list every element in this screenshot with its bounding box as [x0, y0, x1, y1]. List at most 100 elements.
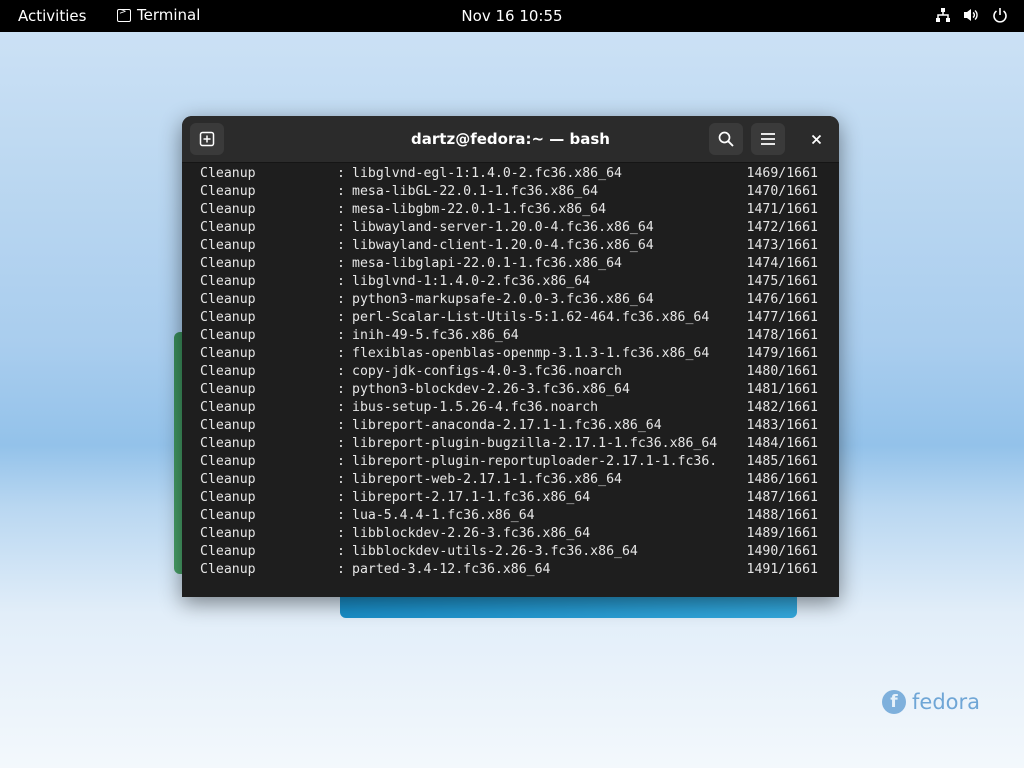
terminal-output[interactable]: Cleanup: libglvnd-egl-1:1.4.0-2.fc36.x86_…	[182, 163, 839, 597]
terminal-line-action: Cleanup	[200, 508, 256, 523]
terminal-line-separator: :	[337, 346, 345, 361]
terminal-line: Cleanup: flexiblas-openblas-openmp-3.1.3-…	[200, 345, 820, 363]
terminal-line-progress: 1473/1661	[746, 238, 818, 253]
terminal-line-package: mesa-libgbm-22.0.1-1.fc36.x86_64	[352, 202, 607, 217]
terminal-line: Cleanup: lua-5.4.4-1.fc36.x86_64 1488/1661	[200, 507, 820, 525]
terminal-line-separator: :	[337, 202, 345, 217]
terminal-line-package: mesa-libglapi-22.0.1-1.fc36.x86_64	[352, 256, 622, 271]
terminal-line: Cleanup: libglvnd-egl-1:1.4.0-2.fc36.x86_…	[200, 165, 820, 183]
terminal-line-package: libblockdev-2.26-3.fc36.x86_64	[352, 526, 591, 541]
terminal-line: Cleanup: mesa-libglapi-22.0.1-1.fc36.x86_…	[200, 255, 820, 273]
terminal-line-progress: 1469/1661	[746, 166, 818, 181]
terminal-line: Cleanup: python3-blockdev-2.26-3.fc36.x86…	[200, 381, 820, 399]
terminal-line: Cleanup: libwayland-server-1.20.0-4.fc36.…	[200, 219, 820, 237]
terminal-line-action: Cleanup	[200, 436, 256, 451]
terminal-line-package: libreport-plugin-reportuploader-2.17.1-1…	[352, 454, 718, 469]
main-menu-button[interactable]	[751, 123, 785, 155]
terminal-line-package: ibus-setup-1.5.26-4.fc36.noarch	[352, 400, 599, 415]
terminal-line-progress: 1490/1661	[746, 544, 818, 559]
terminal-line: Cleanup: libreport-plugin-bugzilla-2.17.1…	[200, 435, 820, 453]
power-icon	[992, 7, 1008, 23]
terminal-line-action: Cleanup	[200, 220, 256, 235]
terminal-line-progress: 1470/1661	[746, 184, 818, 199]
terminal-line-action: Cleanup	[200, 256, 256, 271]
system-status-menu[interactable]	[935, 7, 1008, 23]
terminal-line: Cleanup: inih-49-5.fc36.x86_64 1478/1661	[200, 327, 820, 345]
app-menu-label: Terminal	[137, 6, 201, 24]
terminal-line-action: Cleanup	[200, 472, 256, 487]
terminal-line-separator: :	[337, 418, 345, 433]
terminal-line-separator: :	[337, 400, 345, 415]
terminal-line-progress: 1482/1661	[746, 400, 818, 415]
terminal-line-separator: :	[337, 166, 345, 181]
terminal-line: Cleanup: libglvnd-1:1.4.0-2.fc36.x86_64 14…	[200, 273, 820, 291]
terminal-line-separator: :	[337, 310, 345, 325]
terminal-line-action: Cleanup	[200, 328, 256, 343]
terminal-line-package: libblockdev-utils-2.26-3.fc36.x86_64	[352, 544, 638, 559]
fedora-logo-icon: f	[882, 690, 906, 714]
hamburger-menu-icon	[761, 133, 775, 145]
terminal-line: Cleanup: perl-Scalar-List-Utils-5:1.62-46…	[200, 309, 820, 327]
terminal-line-action: Cleanup	[200, 238, 256, 253]
terminal-window: dartz@fedora:~ — bash Cleanup: libglvnd-e…	[182, 116, 839, 597]
terminal-line-action: Cleanup	[200, 526, 256, 541]
close-icon	[811, 134, 821, 144]
terminal-line-action: Cleanup	[200, 274, 256, 289]
terminal-icon	[117, 6, 131, 22]
terminal-line: Cleanup: copy-jdk-configs-4.0-3.fc36.noar…	[200, 363, 820, 381]
app-menu-terminal[interactable]: Terminal	[117, 6, 200, 24]
terminal-line-package: mesa-libGL-22.0.1-1.fc36.x86_64	[352, 184, 599, 199]
terminal-line: Cleanup: mesa-libgbm-22.0.1-1.fc36.x86_64…	[200, 201, 820, 219]
terminal-line-package: libreport-plugin-bugzilla-2.17.1-1.fc36.…	[352, 436, 718, 451]
terminal-line-progress: 1477/1661	[746, 310, 818, 325]
terminal-line-separator: :	[337, 364, 345, 379]
terminal-line-separator: :	[337, 238, 345, 253]
terminal-line-progress: 1489/1661	[746, 526, 818, 541]
terminal-line-separator: :	[337, 490, 345, 505]
terminal-line-progress: 1491/1661	[746, 562, 818, 577]
terminal-line-action: Cleanup	[200, 454, 256, 469]
terminal-line-package: libreport-web-2.17.1-1.fc36.x86_64	[352, 472, 622, 487]
terminal-line: Cleanup: ibus-setup-1.5.26-4.fc36.noarch 1…	[200, 399, 820, 417]
terminal-line-action: Cleanup	[200, 400, 256, 415]
terminal-line: Cleanup: libblockdev-utils-2.26-3.fc36.x8…	[200, 543, 820, 561]
terminal-line: Cleanup: parted-3.4-12.fc36.x86_64 1491/16…	[200, 561, 820, 579]
terminal-line-separator: :	[337, 508, 345, 523]
terminal-line-separator: :	[337, 544, 345, 559]
terminal-line-progress: 1474/1661	[746, 256, 818, 271]
terminal-line-progress: 1472/1661	[746, 220, 818, 235]
search-icon	[718, 131, 734, 147]
terminal-line-package: libreport-anaconda-2.17.1-1.fc36.x86_64	[352, 418, 662, 433]
terminal-line-action: Cleanup	[200, 544, 256, 559]
terminal-line-package: flexiblas-openblas-openmp-3.1.3-1.fc36.x…	[352, 346, 710, 361]
terminal-line-progress: 1476/1661	[746, 292, 818, 307]
terminal-line-package: lua-5.4.4-1.fc36.x86_64	[352, 508, 535, 523]
network-icon	[935, 7, 951, 23]
terminal-line-separator: :	[337, 436, 345, 451]
activities-button[interactable]: Activities	[18, 7, 86, 25]
search-button[interactable]	[709, 123, 743, 155]
terminal-line-action: Cleanup	[200, 166, 256, 181]
terminal-line-action: Cleanup	[200, 292, 256, 307]
terminal-line-action: Cleanup	[200, 364, 256, 379]
terminal-line-separator: :	[337, 526, 345, 541]
terminal-line-progress: 1484/1661	[746, 436, 818, 451]
terminal-lines: Cleanup: libglvnd-egl-1:1.4.0-2.fc36.x86_…	[200, 165, 820, 579]
terminal-line-progress: 1471/1661	[746, 202, 818, 217]
terminal-line-separator: :	[337, 220, 345, 235]
background-window-edge-bottom	[340, 596, 797, 618]
terminal-line-separator: :	[337, 256, 345, 271]
window-headerbar[interactable]: dartz@fedora:~ — bash	[182, 116, 839, 163]
terminal-line-progress: 1485/1661	[746, 454, 818, 469]
close-button[interactable]	[799, 123, 833, 155]
terminal-line-action: Cleanup	[200, 418, 256, 433]
clock-button[interactable]: Nov 16 10:55	[461, 7, 562, 25]
terminal-line-separator: :	[337, 472, 345, 487]
terminal-line-separator: :	[337, 292, 345, 307]
terminal-line-progress: 1487/1661	[746, 490, 818, 505]
terminal-line-package: libreport-2.17.1-1.fc36.x86_64	[352, 490, 591, 505]
terminal-line-package: python3-markupsafe-2.0.0-3.fc36.x86_64	[352, 292, 654, 307]
terminal-line-action: Cleanup	[200, 202, 256, 217]
terminal-line-progress: 1478/1661	[746, 328, 818, 343]
fedora-logo-text: fedora	[912, 690, 980, 714]
